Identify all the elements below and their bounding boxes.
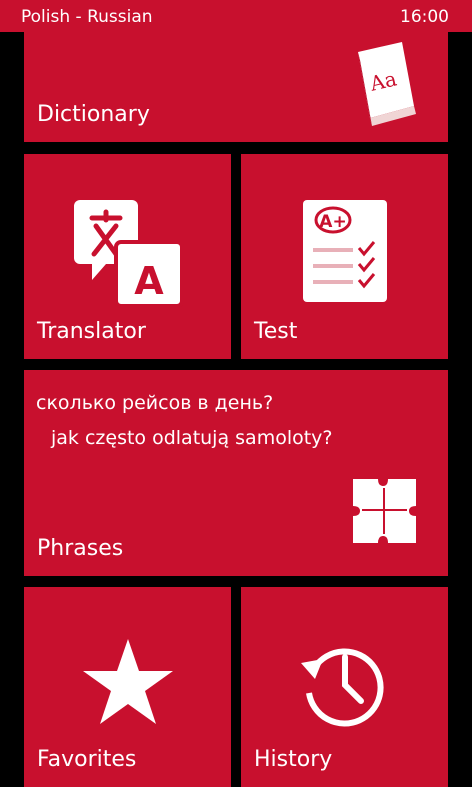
tile-test-label: Test [254, 319, 298, 344]
tile-history[interactable]: History [241, 587, 448, 787]
tile-test[interactable]: A+ Test [241, 154, 448, 359]
tile-history-label: History [254, 747, 333, 772]
tile-favorites[interactable]: Favorites [24, 587, 231, 787]
tile-dictionary-label: Dictionary [37, 102, 150, 127]
test-checklist-icon: A+ [303, 200, 387, 302]
phrase-russian: сколько рейсов в день? [36, 392, 274, 414]
tile-dictionary[interactable]: Aa Dictionary [24, 32, 448, 142]
status-clock: 16:00 [400, 7, 449, 27]
translate-icon-text: A [134, 259, 164, 303]
app-title: Polish - Russian [21, 7, 153, 27]
tile-translator[interactable]: A Translator [24, 154, 231, 359]
translate-icon: A [74, 200, 184, 308]
tile-favorites-label: Favorites [37, 747, 137, 772]
history-clock-icon [301, 648, 384, 727]
tile-translator-label: Translator [37, 319, 146, 344]
tile-phrases[interactable]: сколько рейсов в день? jak często odlatu… [24, 370, 448, 576]
tile-phrases-label: Phrases [37, 536, 124, 561]
dictionary-book-icon: Aa [358, 42, 416, 126]
star-icon [83, 639, 173, 724]
status-bar: Polish - Russian 16:00 [0, 0, 472, 32]
phrase-polish: jak często odlatują samoloty? [51, 427, 333, 449]
test-grade-text: A+ [319, 212, 346, 232]
puzzle-icon [353, 479, 416, 543]
